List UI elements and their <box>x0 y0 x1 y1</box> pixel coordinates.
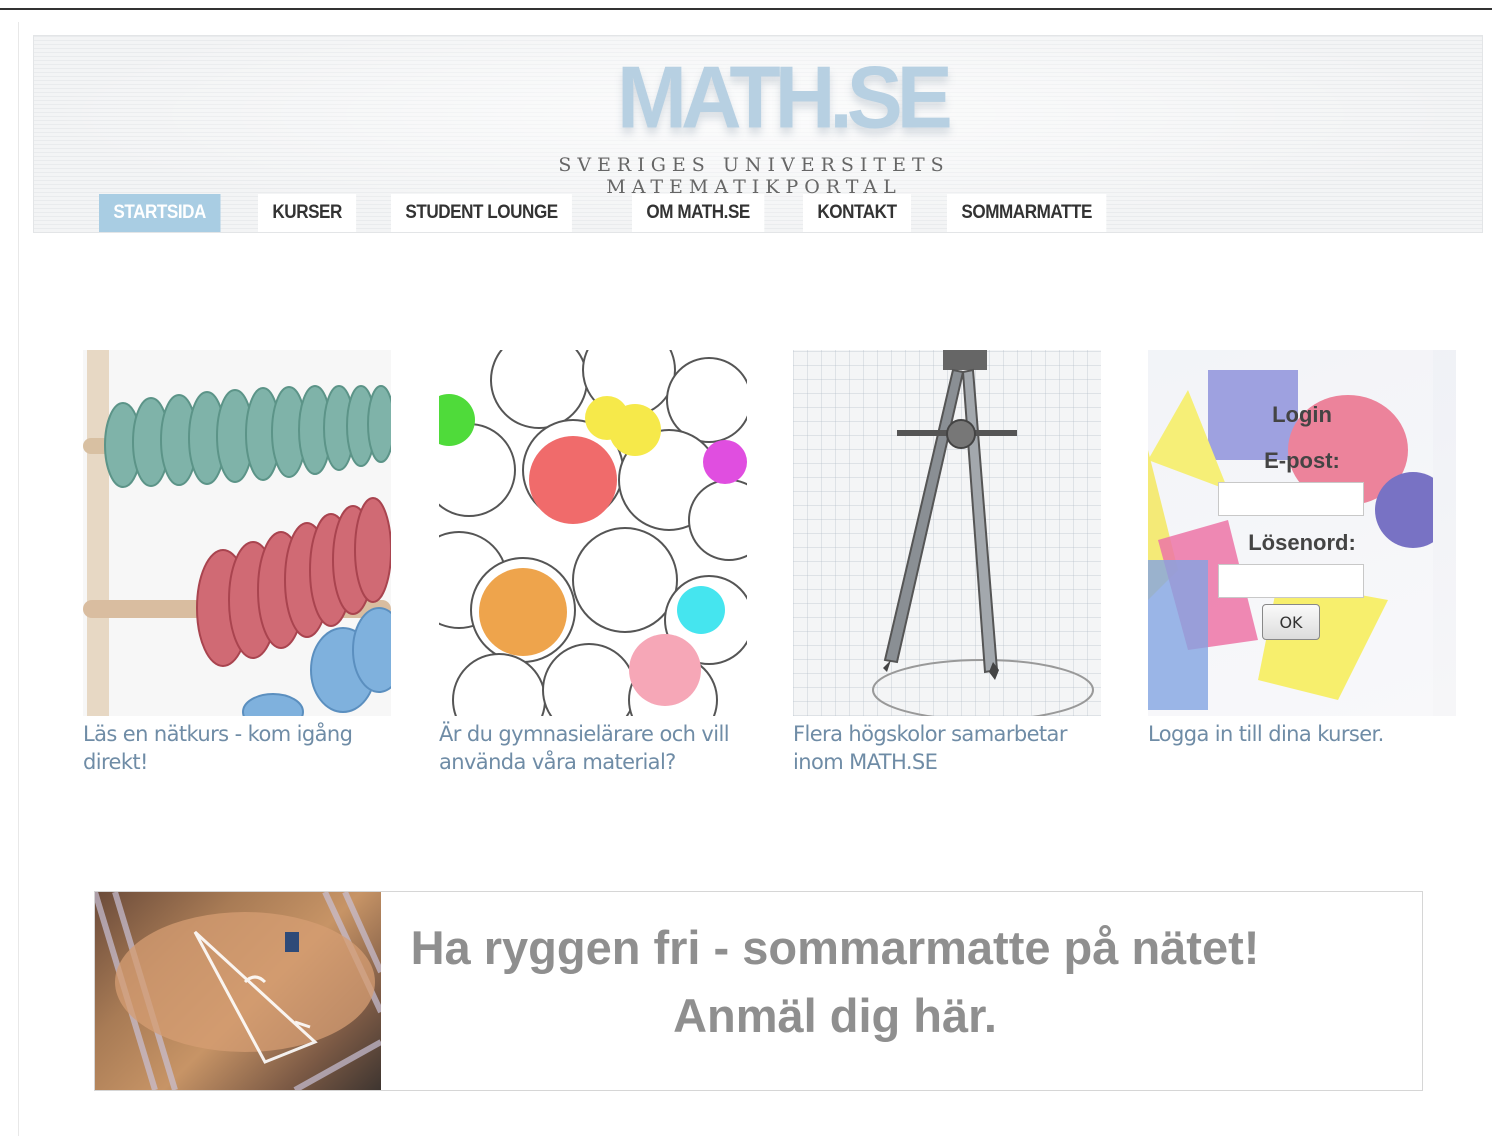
feature-caption[interactable]: Läs en nätkurs - kom igång direkt! <box>83 720 391 776</box>
login-form: Login E-post: Lösenord: OK <box>1148 350 1456 716</box>
password-label: Lösenord: <box>1248 530 1356 555</box>
main-nav: STARTSIDA KURSER STUDENT LOUNGE OM MATH.… <box>99 194 1148 232</box>
login-submit-button[interactable]: OK <box>1262 604 1320 640</box>
feature-caption[interactable]: Flera högskolor samarbetar inom MATH.SE <box>793 720 1101 776</box>
abacus-illustration <box>83 350 391 716</box>
feature-online-course[interactable]: Läs en nätkurs - kom igång direkt! <box>83 350 391 776</box>
nav-item-student-lounge[interactable]: STUDENT LOUNGE <box>391 194 573 232</box>
feature-teacher-material[interactable]: Är du gymnasielärare och vill använda vå… <box>439 350 747 776</box>
math-on-back-photo <box>95 892 381 1090</box>
sphere-circles-image[interactable] <box>439 350 747 716</box>
feature-universities[interactable]: Flera högskolor samarbetar inom MATH.SE <box>793 350 1101 776</box>
banner-headline[interactable]: Ha ryggen fri - sommarmatte på nätet! An… <box>395 914 1275 1050</box>
nav-item-sommarmatte[interactable]: SOMMARMATTE <box>947 194 1107 232</box>
site-logo[interactable]: MATH.SE <box>617 50 953 145</box>
banner-line-1: Ha ryggen fri - sommarmatte på nätet! <box>410 921 1260 974</box>
password-field[interactable] <box>1218 564 1364 598</box>
banner-photo[interactable] <box>95 892 381 1090</box>
drawing-compass-image[interactable] <box>793 350 1101 716</box>
banner-line-2: Anmäl dig här. <box>673 989 997 1042</box>
feature-caption[interactable]: Är du gymnasielärare och vill använda vå… <box>439 720 747 776</box>
nav-item-kurser[interactable]: KURSER <box>257 194 357 232</box>
site-header: MATH.SE SVERIGES UNIVERSITETS MATEMATIKP… <box>33 35 1483 233</box>
window-top-border <box>0 8 1492 10</box>
summer-math-banner[interactable]: Ha ryggen fri - sommarmatte på nätet! An… <box>94 891 1423 1091</box>
email-field[interactable] <box>1218 482 1364 516</box>
abacus-image[interactable] <box>83 350 391 716</box>
nav-item-startsida[interactable]: STARTSIDA <box>99 194 221 232</box>
drawing-compass-illustration <box>872 350 1094 716</box>
feature-login: Login E-post: Lösenord: OK Logga in till… <box>1148 350 1456 748</box>
login-title: Login <box>1272 402 1332 427</box>
circle-packing-illustration <box>439 350 747 716</box>
email-label: E-post: <box>1264 448 1340 473</box>
feature-caption[interactable]: Logga in till dina kurser. <box>1148 720 1456 748</box>
nav-item-kontakt[interactable]: KONTAKT <box>803 194 912 232</box>
nav-item-om-math-se[interactable]: OM MATH.SE <box>632 194 765 232</box>
geometric-solids-image: Login E-post: Lösenord: OK <box>1148 350 1456 716</box>
site-tagline: SVERIGES UNIVERSITETS MATEMATIKPORTAL <box>558 154 950 198</box>
